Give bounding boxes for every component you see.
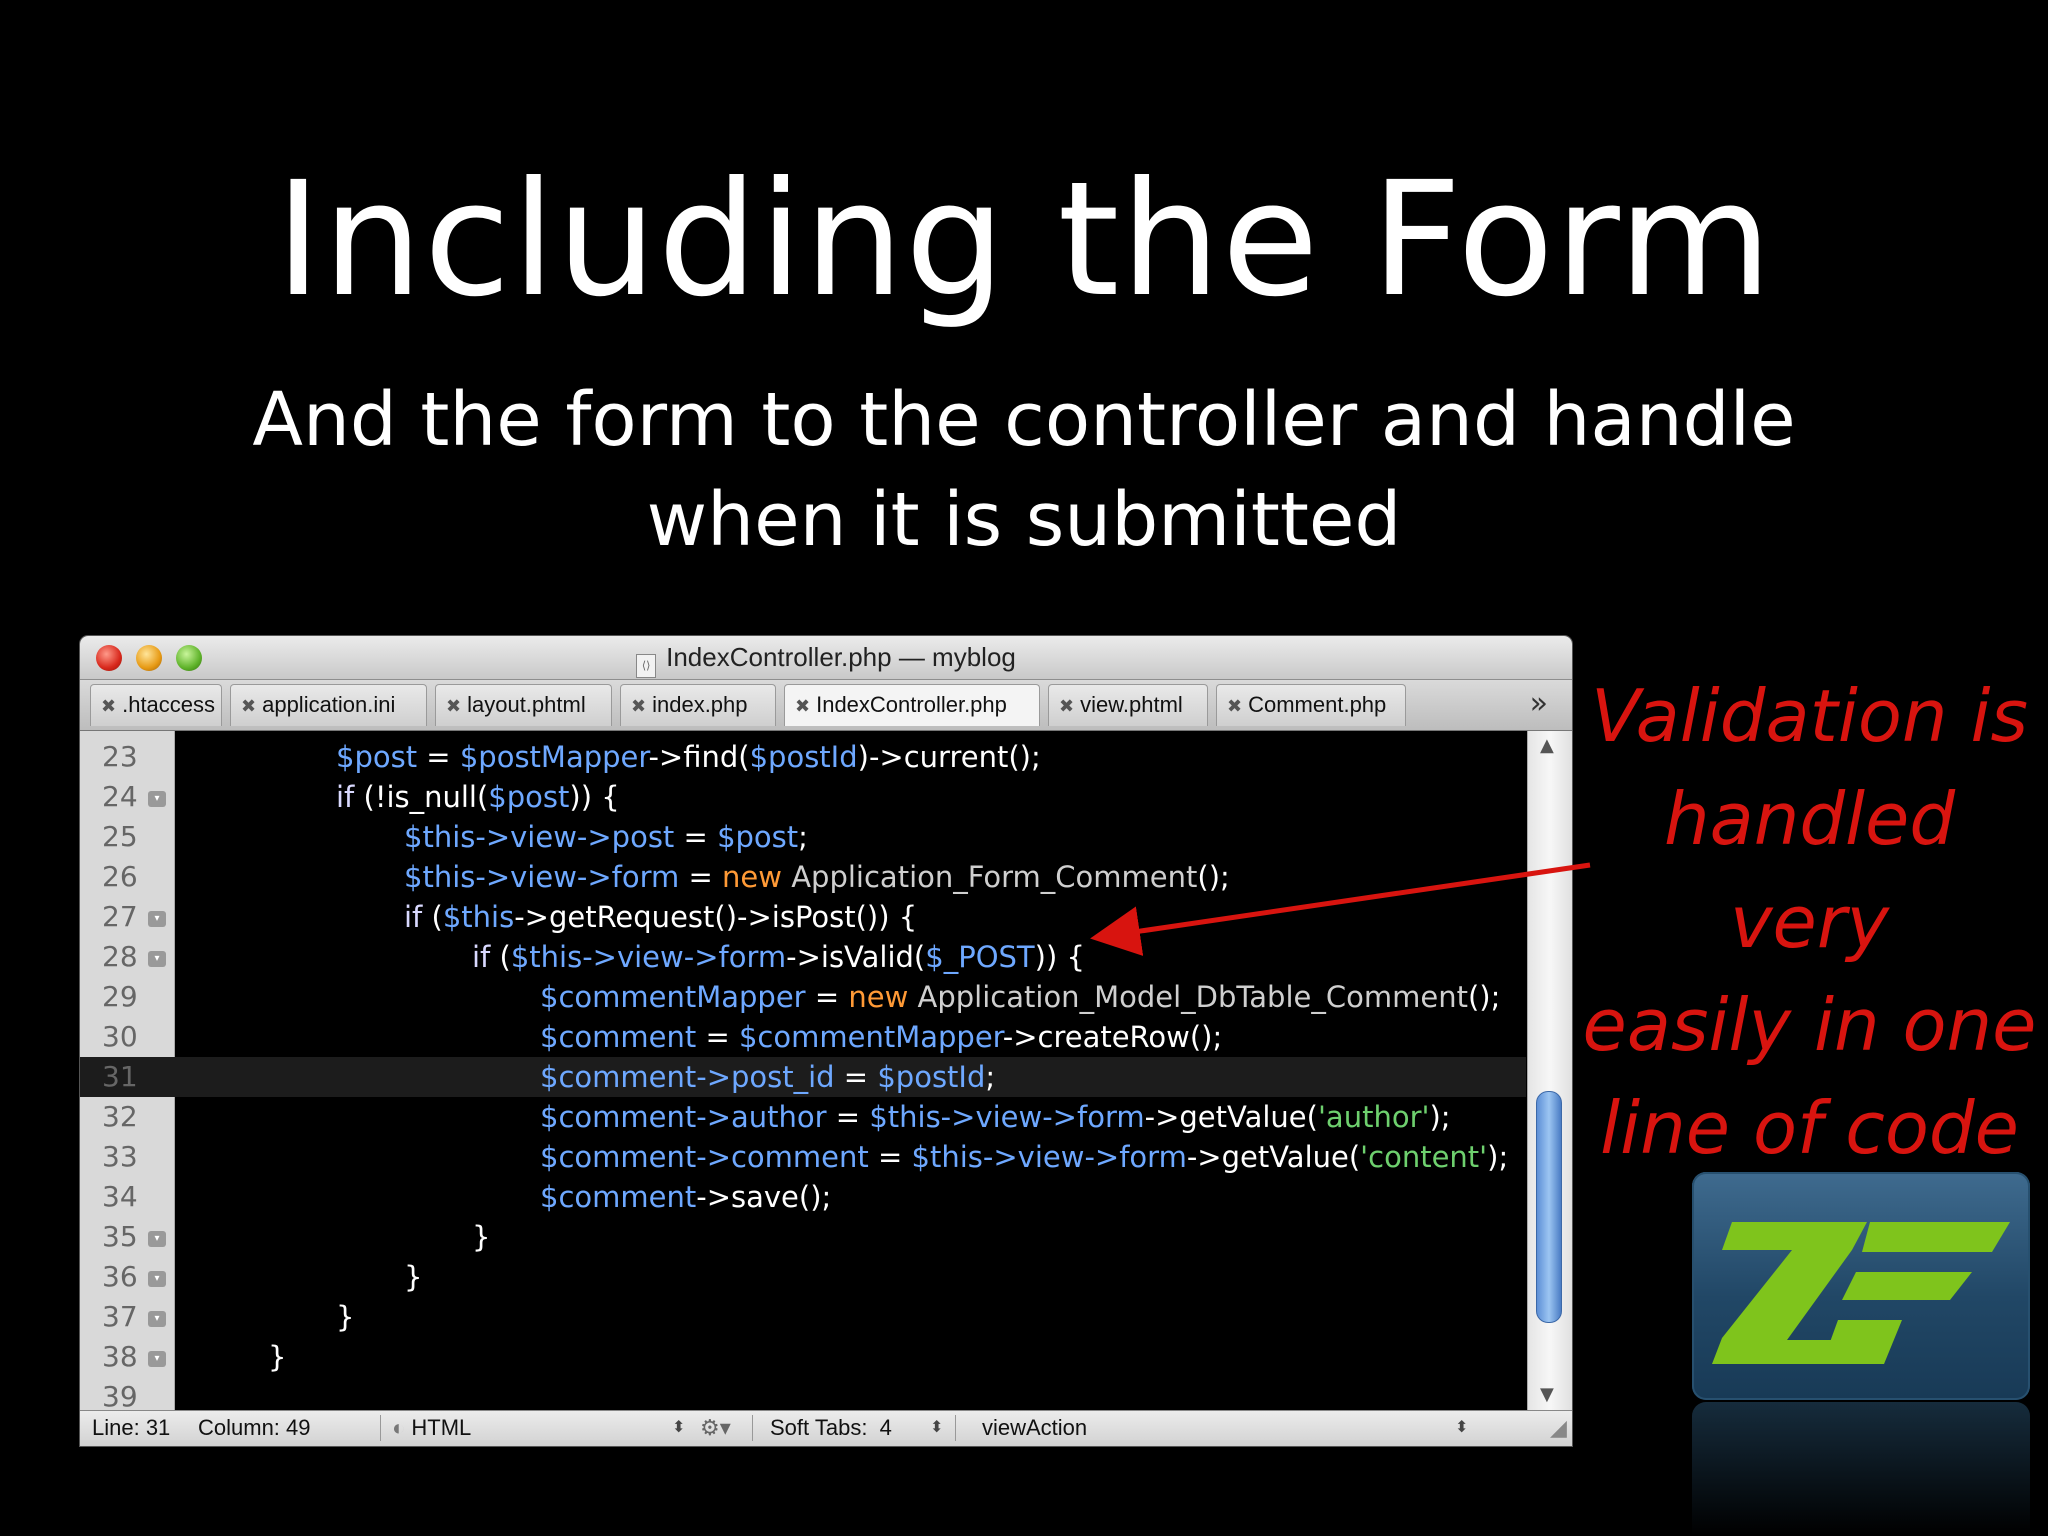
zf-logo-mark	[1712, 1222, 2010, 1364]
zend-framework-logo	[1692, 1172, 2030, 1400]
logo-reflection	[1692, 1402, 2030, 1536]
